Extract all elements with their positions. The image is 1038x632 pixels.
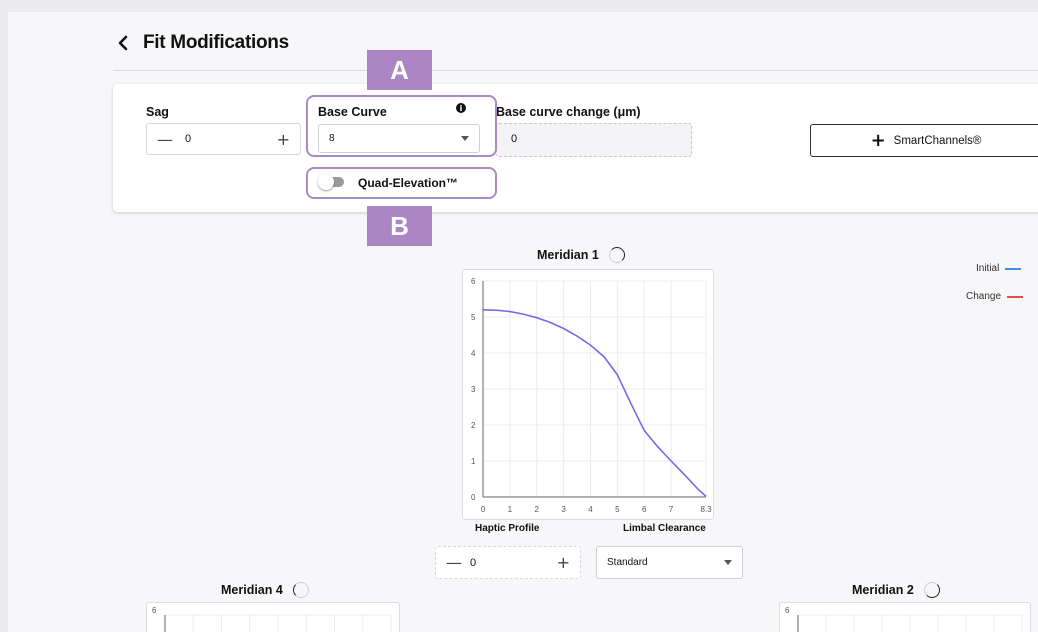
y-tick-label: 4 (471, 349, 476, 358)
y-tick-label: 6 (785, 606, 790, 615)
legend-initial-label: Initial (976, 263, 1000, 274)
sag-label: Sag (146, 105, 169, 119)
meridian-1-stepper[interactable]: — 0 + (435, 546, 581, 579)
annotation-tag-b: B (367, 206, 432, 246)
legend-initial-swatch (1005, 267, 1022, 270)
y-tick-label: 2 (471, 421, 476, 430)
base-curve-change-label: Base curve change (μm) (496, 105, 641, 119)
x-tick-label: 6 (642, 505, 647, 514)
meridian-4-chart-container: 6 (146, 602, 400, 632)
x-tick-label: 3 (561, 505, 566, 514)
meridian-2-chart: 6 (785, 606, 1023, 632)
meridian-2-chart-container: 6 (779, 602, 1031, 632)
title-divider (113, 70, 1038, 71)
x-tick-label: 7 (669, 505, 674, 514)
legend-change-swatch (1007, 295, 1024, 298)
sag-increment-button[interactable]: + (277, 130, 290, 149)
chevron-down-icon (724, 560, 732, 565)
meridian-1-chart-container: 0 1 2 3 4 5 6 7 8.3 0 1 2 3 4 5 6 (462, 269, 714, 520)
legend-change: Change (966, 291, 1024, 302)
meridian-1-profile-select[interactable]: Standard (596, 546, 743, 579)
x-tick-label: 1 (508, 505, 513, 514)
loading-spinner-icon (292, 582, 309, 598)
meridian-1-increment-button[interactable]: + (557, 553, 570, 572)
sag-stepper[interactable]: — 0 + (146, 123, 301, 155)
meridian-1-header: Meridian 1 (537, 247, 625, 263)
loading-spinner-icon (608, 247, 625, 263)
meridian-4-chart: 6 (152, 606, 392, 632)
sag-value[interactable]: 0 (173, 133, 277, 145)
meridian-1-profile-value: Standard (607, 557, 648, 568)
y-tick-label: 0 (471, 493, 476, 502)
annotation-box-a (306, 95, 497, 157)
meridian-1-decrement-button[interactable]: — (446, 553, 462, 572)
legend-initial: Initial (976, 263, 1022, 274)
base-curve-change-value: 0 (496, 123, 692, 157)
y-tick-label: 6 (471, 277, 476, 286)
x-label-limbal-clearance: Limbal Clearance (623, 523, 706, 534)
loading-spinner-icon (923, 582, 940, 598)
meridian-4-title: Meridian 4 (221, 583, 283, 597)
x-tick-label: 2 (535, 505, 540, 514)
legend-change-label: Change (966, 291, 1002, 302)
meridian-2-title: Meridian 2 (852, 583, 914, 597)
y-tick-label: 5 (471, 313, 476, 322)
y-tick-label: 1 (471, 457, 476, 466)
smartchannels-label: SmartChannels® (893, 134, 982, 147)
series-line-1 (482, 309, 707, 497)
annotation-tag-a: A (367, 50, 432, 90)
x-tick-label: 4 (588, 505, 593, 514)
x-label-haptic-profile: Haptic Profile (475, 523, 540, 534)
x-tick-label: 5 (615, 505, 620, 514)
x-tick-label: 0 (481, 505, 486, 514)
x-tick-label: 8.3 (700, 505, 712, 514)
y-tick-label: 6 (152, 606, 157, 615)
back-chevron-icon[interactable] (117, 34, 131, 52)
y-tick-label: 3 (471, 385, 476, 394)
meridian-2-header: Meridian 2 (852, 582, 940, 598)
meridian-1-value[interactable]: 0 (462, 557, 557, 569)
page-title: Fit Modifications (143, 32, 289, 53)
plus-icon: + (870, 130, 886, 151)
annotation-box-b (306, 167, 497, 199)
sag-decrement-button[interactable]: — (157, 130, 173, 149)
add-smartchannels-button[interactable]: + SmartChannels® (810, 124, 1038, 157)
page-header: Fit Modifications (117, 32, 289, 54)
meridian-1-chart: 0 1 2 3 4 5 6 7 8.3 0 1 2 3 4 5 6 (471, 277, 712, 514)
meridian-1-title: Meridian 1 (537, 248, 599, 262)
meridian-4-header: Meridian 4 (221, 582, 309, 598)
